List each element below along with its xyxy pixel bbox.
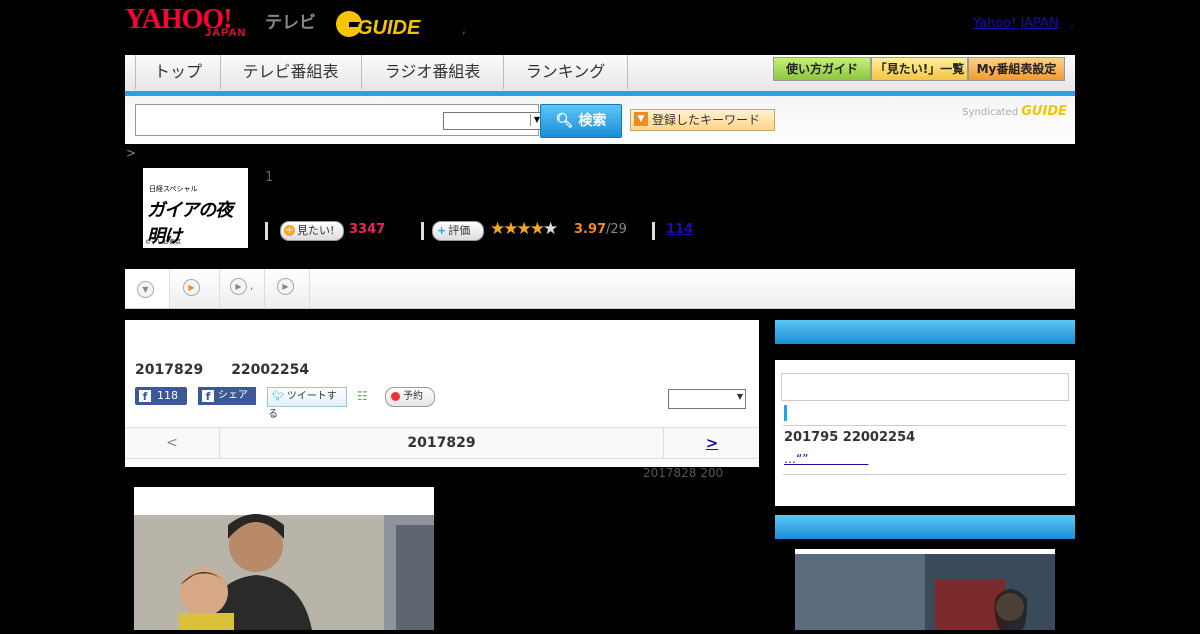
syndicated-brand: GUIDE <box>1021 104 1067 119</box>
header-trailing: , <box>1070 16 1075 31</box>
reserve-label: 予約 <box>403 391 423 402</box>
add-calendar-icon[interactable]: ☷ <box>357 388 373 404</box>
yahoo-japan-logo-text: JAPAN <box>205 27 247 39</box>
facebook-icon: f <box>139 390 151 403</box>
sidebar-section-marker <box>784 405 787 421</box>
nav-tab-radio-listings[interactable]: ラジオ番組表 <box>362 55 504 89</box>
usage-guide-button[interactable]: 使い方ガイド <box>773 57 871 81</box>
nav-tab-ranking[interactable]: ランキング <box>504 55 628 89</box>
sidebar-banner-header <box>775 515 1075 539</box>
star-icon: ★ <box>516 219 532 239</box>
want-to-watch-button[interactable]: + 見たい! <box>280 221 344 241</box>
program-tabs: ▼ ▶ , ▶ ▶ <box>125 269 1075 309</box>
play-icon: ▶ <box>183 279 200 296</box>
reviews-count-link[interactable]: 114 <box>666 222 693 237</box>
want-count: 3347 <box>349 222 386 237</box>
reserve-button[interactable]: 予約 <box>385 387 435 407</box>
main-nav: トップ テレビ番組表 ラジオ番組表 ランキング 使い方ガイド 「見たい!」一覧 … <box>125 55 1075 96</box>
facebook-like-count: 118 <box>157 389 178 402</box>
divider <box>783 425 1066 426</box>
sidebar-banner-box <box>775 515 1075 630</box>
tab-third[interactable]: ▶ <box>220 269 265 308</box>
facebook-icon: f <box>202 390 214 403</box>
syndicated-text: Syndicated <box>962 107 1019 118</box>
star-icon: ★ <box>503 219 518 239</box>
search-button[interactable]: 🔍︎ 検索 <box>540 104 622 138</box>
syndicated-gguide-logo: Syndicated GUIDE <box>962 104 1067 119</box>
registered-keyword-button[interactable]: ▼ 登録したキーワード <box>630 109 775 131</box>
rating-score: 3.97 <box>574 222 607 237</box>
divider <box>783 474 1066 475</box>
header-separator: , <box>462 22 466 36</box>
facebook-like-button[interactable]: f 118 <box>135 387 187 405</box>
stat-divider <box>652 222 655 240</box>
broadcast-photo <box>134 487 434 630</box>
stat-divider <box>265 222 268 240</box>
sidebar-entry-datetime: 201795 22002254 <box>784 430 916 445</box>
want-list-button[interactable]: 「見たい!」一覧 <box>871 57 968 81</box>
date-pager: < 2017829 > <box>125 427 759 459</box>
record-icon <box>391 392 400 401</box>
rate-label: 評価 <box>448 224 471 237</box>
thumb-brand: 日経スペシャル <box>149 185 198 193</box>
svg-text:GUIDE: GUIDE <box>357 17 421 39</box>
broadcast-select[interactable]: ▼ <box>668 389 746 409</box>
stat-divider <box>421 222 424 240</box>
tweet-button[interactable]: 🐦︎ ツイートする <box>267 387 347 420</box>
rate-button[interactable]: + 評価 <box>432 221 484 241</box>
sidebar-subheader <box>775 344 1075 360</box>
search-bar: ▼ 🔍︎ 検索 ▼ 登録したキーワード Syndicated GUIDE <box>125 96 1075 144</box>
breadcrumb: > <box>126 146 137 160</box>
registered-keyword-label: 登録したキーワード <box>652 113 761 127</box>
nav-tab-tv-listings[interactable]: テレビ番組表 <box>220 55 362 89</box>
pager-next[interactable]: > <box>663 428 760 458</box>
rating-stars: ★★★★★ <box>490 219 558 239</box>
broadcast-datetime: 2017829 22002254 <box>135 362 310 378</box>
thumb-credit: ©テレビ東京 <box>145 239 182 246</box>
program-thumbnail: 日経スペシャル ガイアの夜明け ©テレビ東京 <box>143 168 248 248</box>
search-button-label: 検索 <box>578 113 607 129</box>
facebook-share-label: シェア <box>218 390 248 401</box>
pager-current-date: 2017829 <box>407 435 476 451</box>
tab-broadcast[interactable]: ▼ <box>125 269 170 308</box>
want-to-watch-label: 見たい! <box>297 224 335 237</box>
play-icon: ▶ <box>230 278 247 295</box>
twitter-bird-icon: 🐦︎ <box>272 391 285 402</box>
chevron-down-icon: ▼ <box>137 281 154 298</box>
yahoo-japan-link[interactable]: Yahoo! JAPAN <box>973 16 1059 31</box>
tab-fourth[interactable]: ▶ <box>265 269 310 308</box>
previous-broadcast-note: 2017828 200 <box>643 466 724 480</box>
sidebar-input[interactable] <box>781 373 1069 401</box>
star-icon: ★ <box>490 219 505 239</box>
star-icon: ★ <box>543 219 558 239</box>
play-icon: ▶ <box>277 278 294 295</box>
banner-image[interactable] <box>795 549 1055 630</box>
broadcast-panel: 2017829 22002254 f 118 f シェア 🐦︎ ツイートする ☷ 予約… <box>125 320 759 467</box>
sidebar-entry-link[interactable]: …“” <box>784 450 868 467</box>
related-sidebar: 201795 22002254 …“” <box>775 320 1075 506</box>
plus-icon: + <box>284 225 295 236</box>
gguide-logo[interactable]: GUIDE <box>335 8 431 40</box>
pager-prev[interactable]: < <box>125 428 220 458</box>
search-input[interactable]: ▼ <box>135 104 545 136</box>
episode-number: 1 <box>265 170 274 185</box>
search-category-select[interactable]: ▼ <box>443 112 545 130</box>
plus-icon: + <box>437 224 447 237</box>
dropdown-arrow-icon: ▼ <box>634 112 648 126</box>
chevron-down-icon: ▼ <box>736 392 743 401</box>
rating-count: /29 <box>606 222 627 237</box>
my-listing-settings-button[interactable]: My番組表設定 <box>968 57 1065 81</box>
sidebar-header <box>775 320 1075 344</box>
search-icon: 🔍︎ <box>555 113 574 129</box>
star-icon: ★ <box>529 219 545 239</box>
facebook-share-button[interactable]: f シェア <box>198 387 256 405</box>
tv-logo-text[interactable]: テレビ <box>265 8 316 33</box>
nav-tab-top[interactable]: トップ <box>135 55 221 89</box>
sidebar-banner-frame <box>795 549 1055 630</box>
tab-second[interactable]: ▶ , <box>170 269 253 308</box>
